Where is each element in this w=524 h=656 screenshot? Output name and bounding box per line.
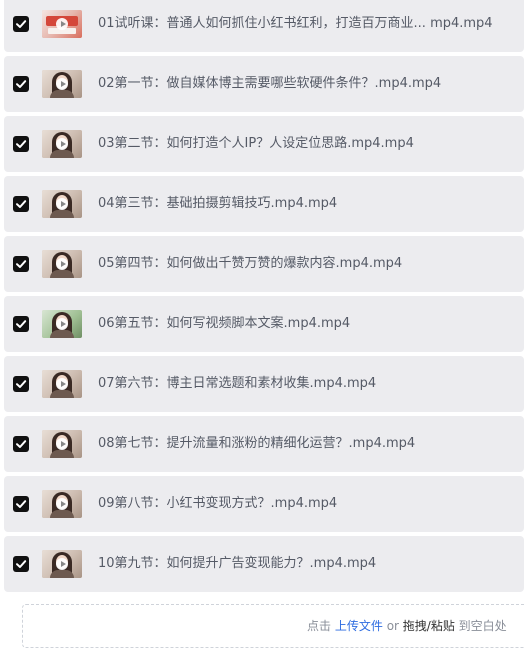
video-thumbnail[interactable] (42, 550, 82, 578)
drag-paste-label: 拖拽/粘贴 (402, 619, 455, 633)
upload-suffix: 到空白处 (458, 619, 507, 633)
file-row[interactable]: 02第一节：做自媒体博主需要哪些软硬件条件？.mp4.mp4 (4, 56, 524, 112)
play-icon (56, 78, 68, 90)
play-icon (56, 138, 68, 150)
play-icon (56, 318, 68, 330)
file-row[interactable]: 03第二节：如何打造个人IP？人设定位思路.mp4.mp4 (4, 116, 524, 172)
checkmark-icon[interactable] (13, 196, 29, 212)
video-thumbnail[interactable] (42, 70, 82, 98)
upload-hint: 点击 上传文件 or 拖拽/粘贴 到空白处 (307, 618, 507, 634)
file-name: 07第六节：博主日常选题和素材收集.mp4.mp4 (98, 376, 377, 391)
checkmark-icon[interactable] (13, 136, 29, 152)
checkmark-icon[interactable] (13, 256, 29, 272)
play-icon (56, 198, 68, 210)
file-row[interactable]: 10第九节：如何提升广告变现能力？.mp4.mp4 (4, 536, 524, 592)
upload-prefix: 点击 (307, 619, 332, 633)
file-row[interactable]: 01试听课：普通人如何抓住小红书红利，打造百万商业... mp4.mp4 (4, 0, 524, 52)
file-row[interactable]: 04第三节：基础拍摄剪辑技巧.mp4.mp4 (4, 176, 524, 232)
video-thumbnail[interactable] (42, 490, 82, 518)
file-row[interactable]: 06第五节：如何写视频脚本文案.mp4.mp4 (4, 296, 524, 352)
checkmark-icon[interactable] (13, 436, 29, 452)
checkmark-icon[interactable] (13, 316, 29, 332)
video-thumbnail[interactable] (42, 310, 82, 338)
upload-or: or (386, 619, 399, 633)
video-thumbnail[interactable] (42, 130, 82, 158)
file-name: 06第五节：如何写视频脚本文案.mp4.mp4 (98, 316, 351, 331)
video-thumbnail[interactable] (42, 10, 82, 38)
play-icon (56, 438, 68, 450)
file-name: 10第九节：如何提升广告变现能力？.mp4.mp4 (98, 556, 377, 571)
play-icon (56, 378, 68, 390)
file-row[interactable]: 05第四节：如何做出千赞万赞的爆款内容.mp4.mp4 (4, 236, 524, 292)
play-icon (56, 558, 68, 570)
checkmark-icon[interactable] (13, 76, 29, 92)
upload-file-link[interactable]: 上传文件 (335, 619, 383, 633)
play-icon (56, 258, 68, 270)
file-list: 01试听课：普通人如何抓住小红书红利，打造百万商业... mp4.mp4 02第一… (0, 0, 524, 596)
video-thumbnail[interactable] (42, 430, 82, 458)
file-row[interactable]: 09第八节：小红书变现方式？.mp4.mp4 (4, 476, 524, 532)
file-name: 02第一节：做自媒体博主需要哪些软硬件条件？.mp4.mp4 (98, 76, 442, 91)
file-name: 01试听课：普通人如何抓住小红书红利，打造百万商业... mp4.mp4 (98, 16, 493, 31)
file-name: 08第七节：提升流量和涨粉的精细化运营？.mp4.mp4 (98, 436, 416, 451)
checkmark-icon[interactable] (13, 496, 29, 512)
file-row[interactable]: 08第七节：提升流量和涨粉的精细化运营？.mp4.mp4 (4, 416, 524, 472)
video-thumbnail[interactable] (42, 370, 82, 398)
file-name: 03第二节：如何打造个人IP？人设定位思路.mp4.mp4 (98, 136, 414, 151)
checkmark-icon[interactable] (13, 16, 29, 32)
file-name: 09第八节：小红书变现方式？.mp4.mp4 (98, 496, 338, 511)
play-icon (56, 18, 68, 30)
file-name: 05第四节：如何做出千赞万赞的爆款内容.mp4.mp4 (98, 256, 403, 271)
checkmark-icon[interactable] (13, 556, 29, 572)
file-row[interactable]: 07第六节：博主日常选题和素材收集.mp4.mp4 (4, 356, 524, 412)
play-icon (56, 498, 68, 510)
file-name: 04第三节：基础拍摄剪辑技巧.mp4.mp4 (98, 196, 338, 211)
checkmark-icon[interactable] (13, 376, 29, 392)
upload-dropzone[interactable]: 点击 上传文件 or 拖拽/粘贴 到空白处 (22, 604, 524, 648)
video-thumbnail[interactable] (42, 250, 82, 278)
video-thumbnail[interactable] (42, 190, 82, 218)
